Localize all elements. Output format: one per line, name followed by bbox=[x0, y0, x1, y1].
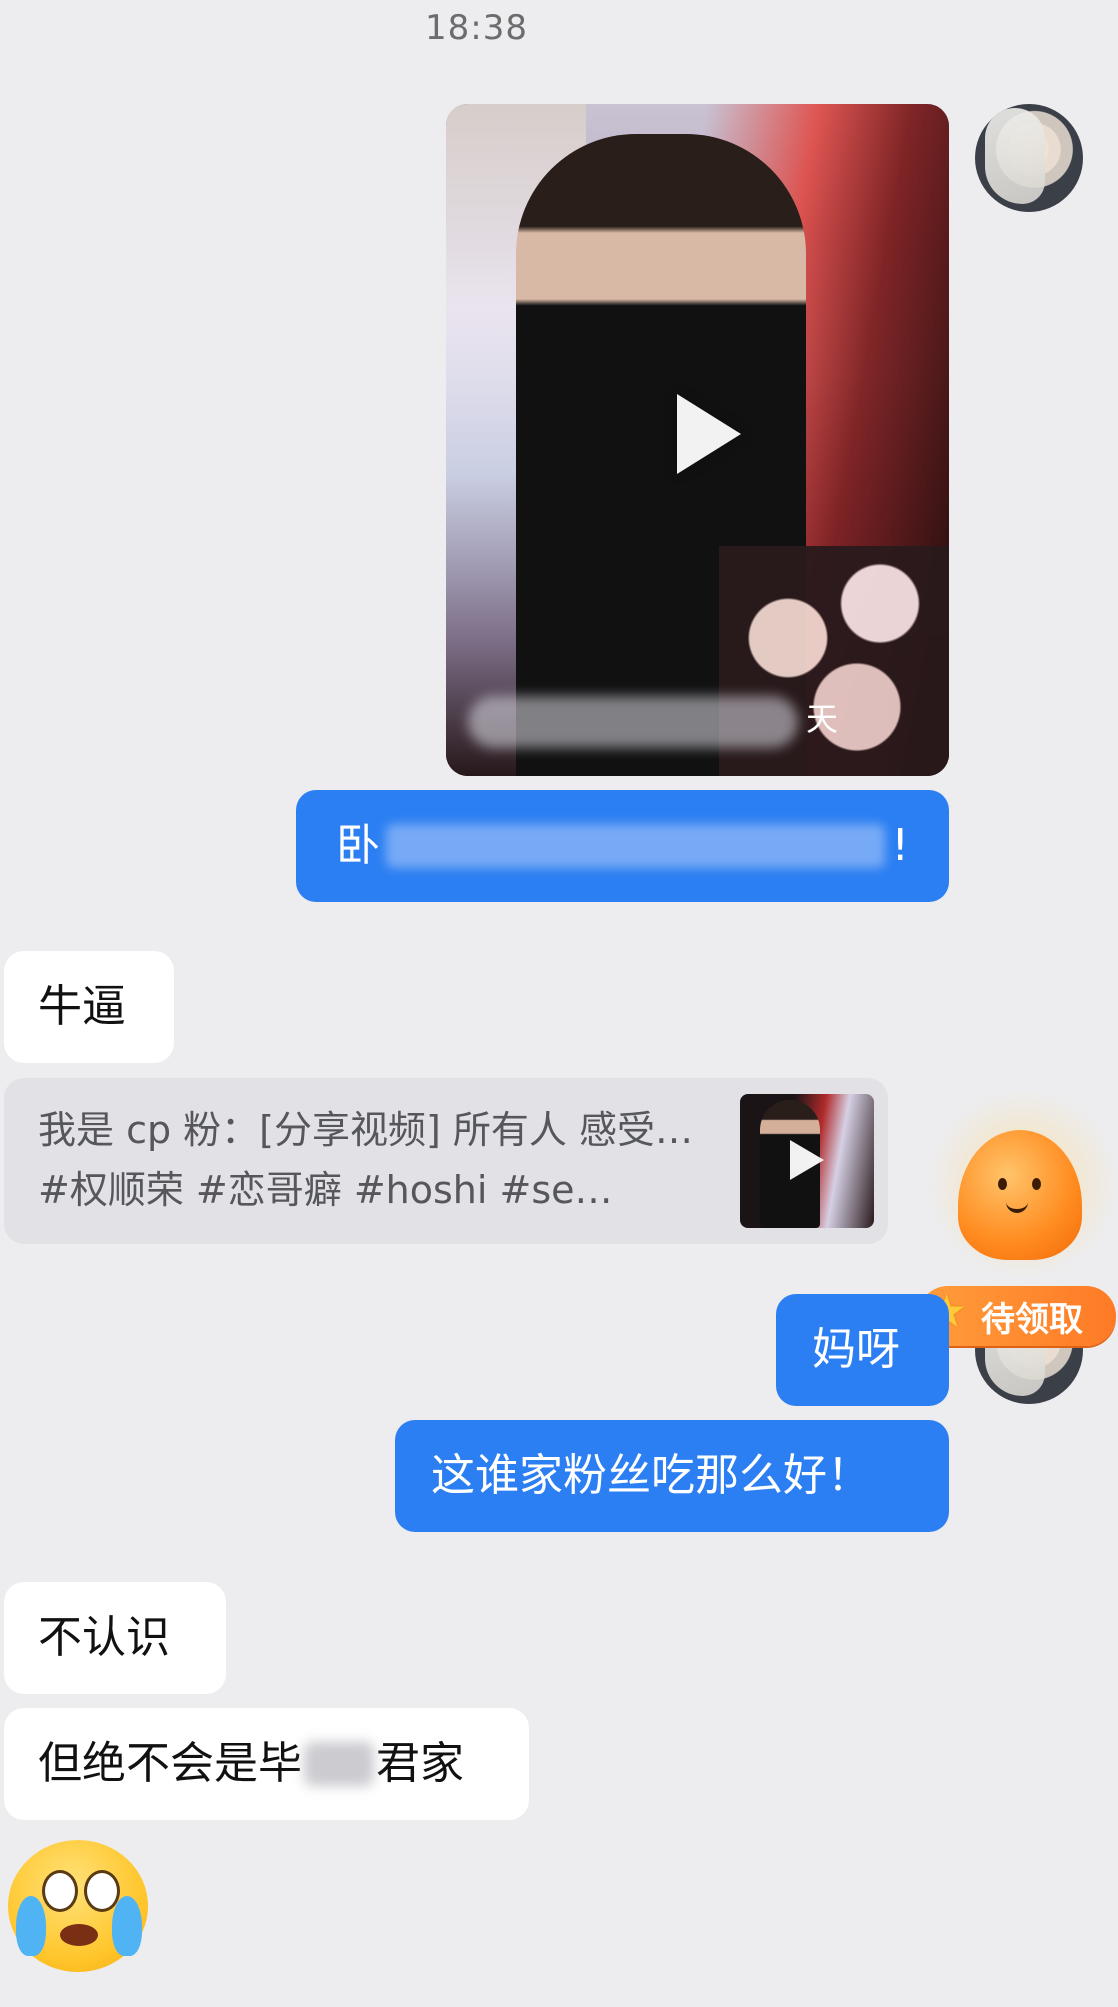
shared-video-card[interactable]: 我是 cp 粉：[分享视频] 所有人 感受… #权顺荣 #恋哥癖 #hoshi … bbox=[4, 1078, 888, 1244]
message-prefix: 但绝不会是毕 bbox=[38, 1738, 302, 1789]
received-message[interactable]: 牛逼 bbox=[4, 951, 174, 1063]
shared-video-thumbnail[interactable] bbox=[740, 1094, 874, 1228]
play-icon[interactable] bbox=[661, 394, 741, 474]
crying-laughing-emoji[interactable] bbox=[8, 1840, 148, 1972]
sent-message[interactable]: 这谁家粉丝吃那么好！ bbox=[395, 1420, 949, 1532]
play-icon bbox=[790, 1140, 824, 1180]
message-prefix: 卧 bbox=[336, 820, 380, 871]
reward-badge-label: 待领取 bbox=[981, 1299, 1083, 1340]
message-suffix: ! bbox=[891, 820, 909, 871]
mascot-eye bbox=[998, 1178, 1007, 1190]
emoji-eye bbox=[84, 1870, 120, 1912]
flame-mascot-icon[interactable] bbox=[928, 1084, 1118, 1284]
shared-video-title: 我是 cp 粉：[分享视频] 所有人 感受… #权顺荣 #恋哥癖 #hoshi … bbox=[38, 1108, 693, 1212]
received-message-redacted[interactable]: 但绝不会是毕 君家 bbox=[4, 1708, 529, 1820]
mascot-eye bbox=[1032, 1178, 1041, 1190]
timestamp: 18:38 bbox=[425, 8, 528, 48]
video-caption-tail: 天 bbox=[806, 700, 839, 738]
received-message[interactable]: 不认识 bbox=[4, 1582, 226, 1694]
emoji-mouth bbox=[60, 1924, 98, 1946]
message-suffix: 君家 bbox=[376, 1738, 464, 1789]
sent-message-redacted[interactable]: 卧 ! bbox=[296, 790, 949, 902]
emoji-tear bbox=[16, 1896, 46, 1956]
emoji-eye bbox=[42, 1870, 78, 1912]
video-caption-redacted bbox=[468, 696, 798, 748]
emoji-tear bbox=[112, 1896, 142, 1956]
video-message[interactable]: 天 bbox=[446, 104, 949, 776]
redacted-text bbox=[386, 824, 886, 868]
sent-message[interactable]: 妈呀 bbox=[776, 1294, 949, 1406]
avatar-hair bbox=[985, 108, 1045, 204]
redacted-text bbox=[304, 1742, 374, 1786]
avatar[interactable] bbox=[975, 104, 1083, 212]
